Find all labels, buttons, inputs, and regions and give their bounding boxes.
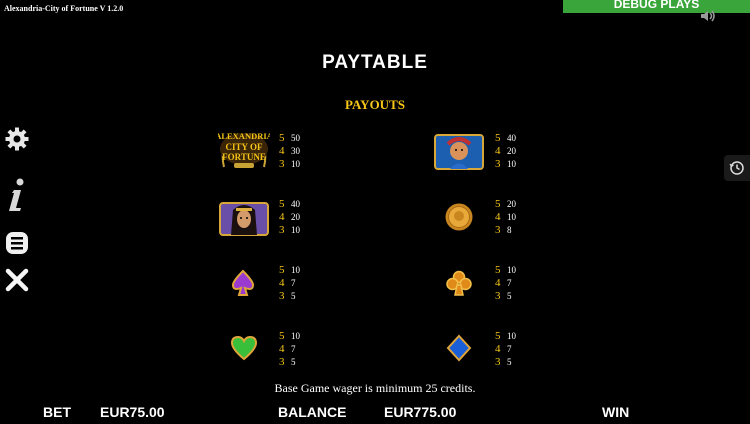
spade-symbol xyxy=(231,269,255,296)
balance-value: EUR775.00 xyxy=(384,404,457,420)
win-label: WIN xyxy=(602,404,630,420)
payout-coin: 5 20 4 10 38 xyxy=(495,198,516,236)
menu-icon[interactable] xyxy=(5,231,29,255)
king-symbol xyxy=(434,134,484,170)
gold-coin-symbol xyxy=(445,203,473,231)
window-title: Alexandria-City of Fortune V 1.2.0 xyxy=(4,4,124,13)
payout-logo: 5 50 4 30 3 10 xyxy=(279,132,300,170)
alexandria-logo-symbol: ALEXANDRIA CITY OF FORTUNE xyxy=(218,131,270,168)
history-icon xyxy=(729,161,744,175)
debug-plays-button[interactable]: DEBUG PLAYS xyxy=(563,0,750,13)
diamond-symbol xyxy=(446,334,472,362)
info-icon[interactable] xyxy=(5,178,29,212)
payout-king: 5 40 4 20 3 10 xyxy=(495,132,516,170)
payout-queen: 5 40 4 20 3 10 xyxy=(279,198,300,236)
club-symbol xyxy=(446,270,472,296)
bet-label: BET xyxy=(43,404,71,420)
page-title: PAYTABLE xyxy=(322,52,428,73)
payout-club: 5 10 47 35 xyxy=(495,264,516,302)
logo-line-2: CITY OF xyxy=(226,142,263,152)
payout-spade: 5 10 47 35 xyxy=(279,264,300,302)
heart-symbol xyxy=(230,335,258,361)
payout-diamond: 5 10 47 35 xyxy=(495,330,516,368)
payout-heart: 5 10 47 35 xyxy=(279,330,300,368)
queen-symbol xyxy=(219,202,269,236)
wager-note: Base Game wager is minimum 25 credits. xyxy=(274,381,476,395)
bet-value: EUR75.00 xyxy=(100,404,165,420)
speaker-icon[interactable] xyxy=(699,10,717,22)
payouts-heading: PAYOUTS xyxy=(345,97,405,112)
gear-icon[interactable] xyxy=(5,127,29,151)
logo-line-3: FORTUNE xyxy=(222,152,266,162)
close-icon[interactable] xyxy=(5,268,29,292)
history-button[interactable] xyxy=(724,155,750,181)
balance-label: BALANCE xyxy=(278,404,347,420)
logo-line-1: ALEXANDRIA xyxy=(218,131,270,141)
